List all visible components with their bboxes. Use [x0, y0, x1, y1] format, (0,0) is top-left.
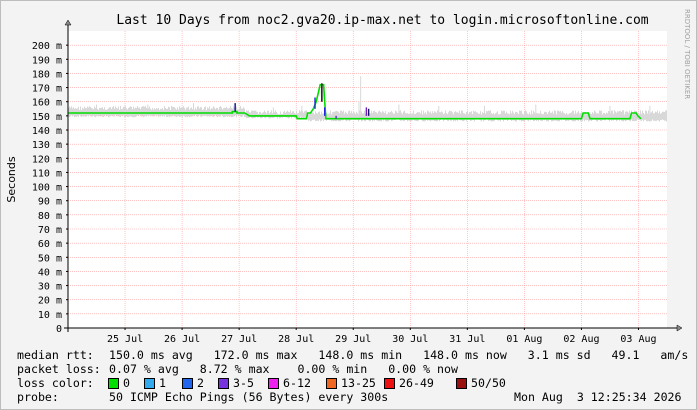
loss-swatch [182, 378, 193, 389]
loss-swatch [144, 378, 155, 389]
x-tick-label: 25 Jul [107, 334, 143, 345]
loss-swatch-label: 6-12 [283, 376, 311, 390]
loss-swatch-label: 3-5 [233, 376, 254, 390]
median-rtt-point [587, 112, 589, 114]
median-rtt-point [637, 115, 639, 117]
y-axis-label: Seconds [5, 156, 18, 202]
y-tick-label: 120 m [32, 154, 62, 165]
median-rtt-point [295, 115, 297, 117]
median-rtt-point [249, 115, 250, 117]
median-rtt-point [307, 112, 308, 114]
median-rtt-point [635, 112, 637, 114]
loss-swatch-label: 13-25 [341, 376, 376, 390]
y-tick-label: 90 m [38, 197, 62, 208]
y-tick-label: 110 m [32, 168, 62, 179]
x-tick-label: 27 Jul [221, 334, 257, 345]
median-rtt-point [581, 118, 582, 120]
y-tick-label: 0 [56, 324, 62, 335]
y-axis-arrow [64, 19, 72, 26]
packet-loss-key: packet loss: [17, 362, 101, 376]
y-tick-label: 190 m [32, 55, 62, 66]
y-tick-label: 10 m [38, 310, 62, 321]
median-rtt-point [310, 112, 311, 114]
y-tick-label: 20 m [38, 296, 62, 307]
loss-color-key: loss color: [17, 376, 94, 390]
x-tick-label: 03 Aug [620, 334, 656, 345]
loss-swatch [456, 378, 467, 389]
median-rtt-point [640, 118, 642, 120]
x-tick-label: 30 Jul [392, 334, 428, 345]
median-rtt-point [296, 118, 298, 120]
median-rtt-point [236, 112, 238, 114]
smokeping-graph: Last 10 Days from noc2.gva20.ip-max.net … [0, 0, 697, 410]
y-tick-label: 40 m [38, 267, 62, 278]
median-rtt-point [392, 118, 394, 120]
x-tick-label: 26 Jul [164, 334, 200, 345]
y-tick-label: 30 m [38, 282, 62, 293]
median-rtt-point [231, 111, 233, 113]
loss-swatch [384, 378, 395, 389]
loss-swatch-label: 2 [197, 376, 204, 390]
median-rtt-point [404, 118, 405, 120]
y-tick-label: 80 m [38, 211, 62, 222]
y-tick-label: 200 m [32, 41, 62, 52]
median-rtt-key: median rtt: [17, 348, 94, 362]
median-rtt-point [244, 112, 246, 114]
loss-swatch-label: 0 [123, 376, 130, 390]
loss-swatch [218, 378, 229, 389]
x-tick-label: 29 Jul [335, 334, 371, 345]
loss-swatch-label: 26-49 [399, 376, 434, 390]
median-rtt-point [315, 101, 317, 103]
x-tick-label: 02 Aug [563, 334, 599, 345]
x-tick-label: 31 Jul [449, 334, 485, 345]
median-rtt-point [312, 108, 314, 110]
y-tick-label: 180 m [32, 69, 62, 80]
loss-swatch-label: 1 [159, 376, 166, 390]
median-rtt-point [631, 112, 633, 114]
y-tick-label: 160 m [32, 98, 62, 109]
median-rtt-point [236, 111, 238, 113]
loss-swatch [326, 378, 337, 389]
median-rtt-point [582, 112, 584, 114]
median-rtt-point [324, 101, 326, 103]
median-rtt-point [629, 118, 631, 120]
median-rtt-point [325, 118, 327, 120]
rrdtool-watermark: RRDTOOL / TOBI OETIKER [683, 9, 691, 99]
median-rtt-point [231, 112, 233, 114]
loss-swatch [108, 378, 119, 389]
chart-area: Last 10 Days from noc2.gva20.ip-max.net … [5, 9, 691, 345]
y-tick-label: 100 m [32, 183, 62, 194]
x-tick-label: 28 Jul [278, 334, 314, 345]
x-tick-label: 01 Aug [506, 334, 542, 345]
y-tick-label: 130 m [32, 140, 62, 151]
timestamp: Mon Aug 3 12:25:34 2026 [514, 390, 682, 404]
x-axis-arrow [676, 324, 683, 332]
plot-background [68, 31, 667, 328]
median-rtt-point [317, 94, 319, 96]
median-rtt-point [319, 84, 321, 86]
chart-title: Last 10 Days from noc2.gva20.ip-max.net … [116, 13, 648, 28]
median-rtt-point [589, 118, 591, 120]
y-tick-label: 150 m [32, 112, 62, 123]
packet-loss-value: 0.07 % avg 8.72 % max 0.00 % min 0.00 % … [109, 362, 459, 376]
median-rtt-point [323, 84, 324, 86]
median-rtt-point [306, 118, 307, 120]
median-rtt-value: 150.0 ms avg 172.0 ms max 148.0 ms min 1… [109, 348, 689, 362]
y-tick-label: 70 m [38, 225, 62, 236]
probe-value: 50 ICMP Echo Pings (56 Bytes) every 300s [109, 390, 389, 404]
loss-swatch [268, 378, 279, 389]
y-tick-label: 140 m [32, 126, 62, 137]
loss-swatch-label: 50/50 [471, 376, 506, 390]
y-tick-label: 170 m [32, 84, 62, 95]
y-tick-label: 50 m [38, 253, 62, 264]
probe-key: probe: [17, 390, 59, 404]
y-tick-label: 60 m [38, 239, 62, 250]
